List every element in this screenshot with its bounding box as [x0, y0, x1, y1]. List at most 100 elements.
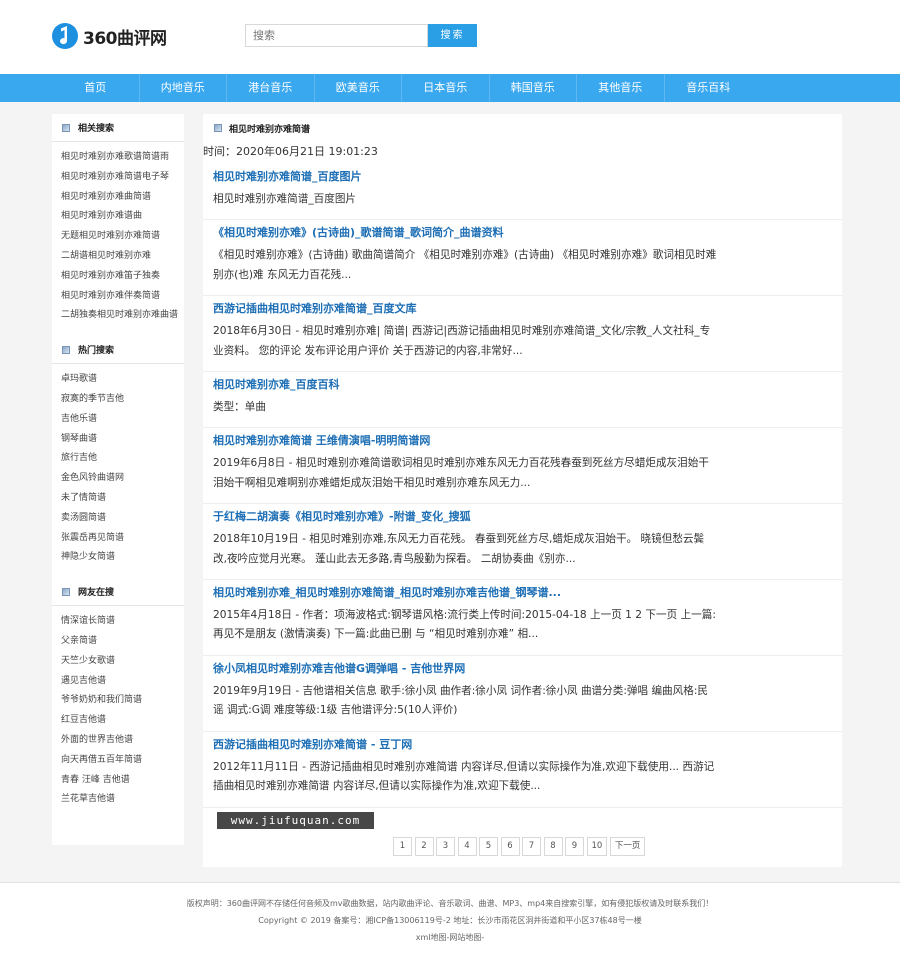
results-list: 相见时难别亦难简谱_百度图片 相见时难别亦难简谱_百度图片 《相见时难别亦难》(古诗…: [203, 164, 842, 808]
sidebar-link[interactable]: 卓玛歌谱: [61, 370, 184, 390]
watermark: www.jiufuquan.com: [217, 812, 374, 829]
main-title-bar: 相见时难别亦难简谱: [203, 114, 842, 142]
nav-item[interactable]: 音乐百科: [665, 74, 753, 102]
sidebar-link[interactable]: 金色风铃曲谱网: [61, 469, 184, 489]
search-button[interactable]: 搜索: [428, 24, 477, 47]
sidebar-link[interactable]: 钢琴曲谱: [61, 430, 184, 450]
sidebar-link[interactable]: 爷爷奶奶和我们简谱: [61, 691, 184, 711]
sidebar-section-label: 热门搜索: [78, 346, 115, 357]
result-item: 徐小凤相见时难别亦难吉他谱G调弹唱 - 吉他世界网 2019年9月19日 - 吉他…: [203, 656, 842, 732]
sidebar-section-label: 网友在搜: [78, 588, 115, 599]
result-item: 于红梅二胡演奏《相见时难别亦难》-附谱_变化_搜狐 2018年10月19日 - 相…: [203, 504, 842, 581]
page-number-button[interactable]: 3: [436, 837, 455, 856]
footer-sitemap-link[interactable]: xml地图-网站地图-: [0, 929, 900, 946]
music-note-logo-icon: [52, 23, 78, 49]
nav-item[interactable]: 港台音乐: [227, 74, 315, 102]
next-page-button[interactable]: 下一页: [609, 837, 646, 856]
page-number-button[interactable]: 1: [393, 837, 412, 856]
sidebar-link[interactable]: 卖汤圆简谱: [61, 509, 184, 529]
sidebar-link[interactable]: 外面的世界吉他谱: [61, 731, 184, 751]
logo-text: 360曲评网: [83, 28, 167, 49]
nav-item[interactable]: 其他音乐: [577, 74, 665, 102]
result-title-link[interactable]: 相见时难别亦难简谱 王维倩演唱-明明简谱网: [213, 428, 832, 454]
sidebar-link[interactable]: 相见时难别亦难伴奏简谱: [61, 287, 184, 307]
result-title-link[interactable]: 相见时难别亦难简谱_百度图片: [213, 164, 832, 190]
sidebar-link-list: 卓玛歌谱 寂寞的季节吉他 吉他乐谱 钢琴曲谱 旅行吉他 金色风铃曲谱网 未了情简谱 卖汤圆简谱…: [52, 364, 184, 578]
sidebar: 相关搜索相见时难别亦难歌谱简谱雨 相见时难别亦难简谱电子琴 相见时难别亦难曲简谱 相见…: [52, 114, 184, 845]
search-input[interactable]: [245, 24, 428, 47]
sidebar-link[interactable]: 无题相见时难别亦难简谱: [61, 227, 184, 247]
result-item: 相见时难别亦难简谱 王维倩演唱-明明简谱网 2019年6月8日 - 相见时难别亦难…: [203, 428, 842, 505]
page-number-button[interactable]: 6: [500, 837, 520, 856]
main-content: 相见时难别亦难简谱 时间：2020年06月21日 19:01:23 相见时难别亦…: [203, 114, 842, 867]
page-number-button[interactable]: 10: [586, 837, 608, 856]
pagination: 1 2 3 4 5 6 7 8 9 10 下一页: [393, 837, 648, 856]
sidebar-link[interactable]: 旅行吉他: [61, 449, 184, 469]
result-description: 2019年6月8日 - 相见时难别亦难简谱歌词相见时难别亦难东风无力百花残春蚕到…: [213, 457, 709, 489]
nav-item[interactable]: 内地音乐: [140, 74, 227, 102]
result-description: 2018年6月30日 - 相见时难别亦难| 简谱| 西游记|西游记插曲相见时难别…: [213, 325, 711, 357]
sidebar-link[interactable]: 遇见吉他谱: [61, 672, 184, 692]
result-title-link[interactable]: 西游记插曲相见时难别亦难简谱_百度文库: [213, 296, 832, 322]
sidebar-section-title: 热门搜索: [52, 336, 184, 365]
list-icon: [62, 123, 70, 132]
sidebar-section-label: 相关搜索: [78, 124, 115, 134]
list-icon: [214, 124, 222, 132]
page-number-button[interactable]: 4: [457, 837, 477, 856]
nav-item[interactable]: 首页: [52, 74, 140, 102]
result-title-link[interactable]: 西游记插曲相见时难别亦难简谱 - 豆丁网: [213, 732, 832, 758]
result-description: 2015年4月18日 - 作者：项海波格式:钢琴谱风格:流行类上传时间:2015…: [213, 609, 716, 641]
result-title-link[interactable]: 徐小凤相见时难别亦难吉他谱G调弹唱 - 吉他世界网: [213, 656, 832, 682]
footer-copyright-notice: 版权声明：360曲评网不存储任何音频及mv歌曲数据，站内歌曲评论、音乐歌词、曲谱…: [186, 899, 714, 908]
sidebar-link[interactable]: 天竺少女歌谱: [61, 652, 184, 672]
result-description: 2012年11月11日 - 西游记插曲相见时难别亦难简谱 内容详尽,但请以实际操…: [213, 760, 715, 793]
result-item: 相见时难别亦难_相见时难别亦难简谱_相见时难别亦难吉他谱_钢琴谱... 2015年…: [203, 580, 842, 656]
sidebar-link[interactable]: 红豆吉他谱: [61, 711, 184, 731]
sidebar-link[interactable]: 向天再借五百年简谱: [61, 751, 184, 771]
sidebar-link[interactable]: 相见时难别亦难简谱电子琴: [61, 168, 184, 188]
result-item: 相见时难别亦难_百度百科 类型：单曲: [203, 372, 842, 429]
sidebar-link-list: 情深谊长简谱 父亲简谱 天竺少女歌谱 遇见吉他谱 爷爷奶奶和我们简谱 红豆吉他谱 外面的世界…: [52, 606, 184, 820]
publish-time: 时间：2020年06月21日 19:01:23: [203, 145, 378, 158]
sidebar-link[interactable]: 情深谊长简谱: [61, 612, 184, 632]
sidebar-link[interactable]: 相见时难别亦难谱曲: [61, 207, 184, 227]
result-description: 2018年10月19日 - 相见时难别亦难,东风无力百花残。 春蚕到死丝方尽,蜡…: [213, 533, 705, 565]
sidebar-link[interactable]: 吉他乐谱: [61, 410, 184, 430]
page-number-button[interactable]: 9: [565, 837, 584, 856]
sidebar-link[interactable]: 相见时难别亦难歌谱简谱雨: [61, 148, 184, 168]
result-description: 相见时难别亦难简谱_百度图片: [213, 193, 357, 205]
list-icon: [62, 345, 70, 354]
nav-item[interactable]: 日本音乐: [402, 74, 490, 102]
footer: 版权声明：360曲评网不存储任何音频及mv歌曲数据，站内歌曲评论、音乐歌词、曲谱…: [0, 882, 900, 957]
sidebar-link[interactable]: 兰花草吉他谱: [61, 790, 184, 810]
sidebar-link[interactable]: 神隐少女简谱: [61, 548, 184, 568]
list-icon: [62, 587, 70, 596]
sidebar-link[interactable]: 未了情简谱: [61, 489, 184, 509]
page-number-button[interactable]: 5: [479, 837, 498, 856]
sidebar-link[interactable]: 青春 汪峰 吉他谱: [61, 771, 184, 791]
page-number-button[interactable]: 7: [522, 837, 541, 856]
sidebar-link[interactable]: 父亲简谱: [61, 632, 184, 652]
main-nav: 首页 内地音乐 港台音乐 欧美音乐 日本音乐 韩国音乐 其他音乐 音乐百科: [0, 74, 900, 102]
result-title-link[interactable]: 相见时难别亦难_相见时难别亦难简谱_相见时难别亦难吉他谱_钢琴谱...: [213, 580, 832, 606]
sidebar-link[interactable]: 张震岳再见简谱: [61, 529, 184, 549]
result-title-link[interactable]: 《相见时难别亦难》(古诗曲)_歌谱简谱_歌词简介_曲谱资料: [213, 220, 832, 246]
sidebar-link[interactable]: 寂寞的季节吉他: [61, 390, 184, 410]
page-number-button[interactable]: 2: [414, 837, 434, 856]
footer-copyright: Copyright © 2019 备案号：湘ICP备13006119号-2 地址…: [258, 916, 642, 925]
result-description: 《相见时难别亦难》(古诗曲) 歌曲简谱简介 《相见时难别亦难》(古诗曲) 《相见…: [213, 249, 717, 281]
site-logo[interactable]: 360曲评网: [52, 19, 167, 53]
sidebar-link[interactable]: 相见时难别亦难曲简谱: [61, 188, 184, 208]
nav-item[interactable]: 欧美音乐: [315, 74, 402, 102]
result-item: 《相见时难别亦难》(古诗曲)_歌谱简谱_歌词简介_曲谱资料《相见时难别亦难》(古…: [203, 220, 842, 297]
sidebar-section-title: 相关搜索: [52, 114, 184, 142]
sidebar-link[interactable]: 二胡独奏相见时难别亦难曲谱: [61, 306, 184, 326]
sidebar-link[interactable]: 相见时难别亦难笛子独奏: [61, 267, 184, 287]
result-title-link[interactable]: 相见时难别亦难_百度百科: [213, 372, 832, 398]
sidebar-link[interactable]: 二胡谱相见时难别亦难: [61, 247, 184, 267]
result-description: 2019年9月19日 - 吉他谱相关信息 歌手:徐小凤 曲作者:徐小凤 词作者:…: [213, 684, 708, 717]
page-number-button[interactable]: 8: [543, 837, 563, 856]
result-title-link[interactable]: 于红梅二胡演奏《相见时难别亦难》-附谱_变化_搜狐: [213, 504, 832, 530]
nav-item[interactable]: 韩国音乐: [490, 74, 577, 102]
result-item: 相见时难别亦难简谱_百度图片 相见时难别亦难简谱_百度图片: [203, 164, 842, 221]
